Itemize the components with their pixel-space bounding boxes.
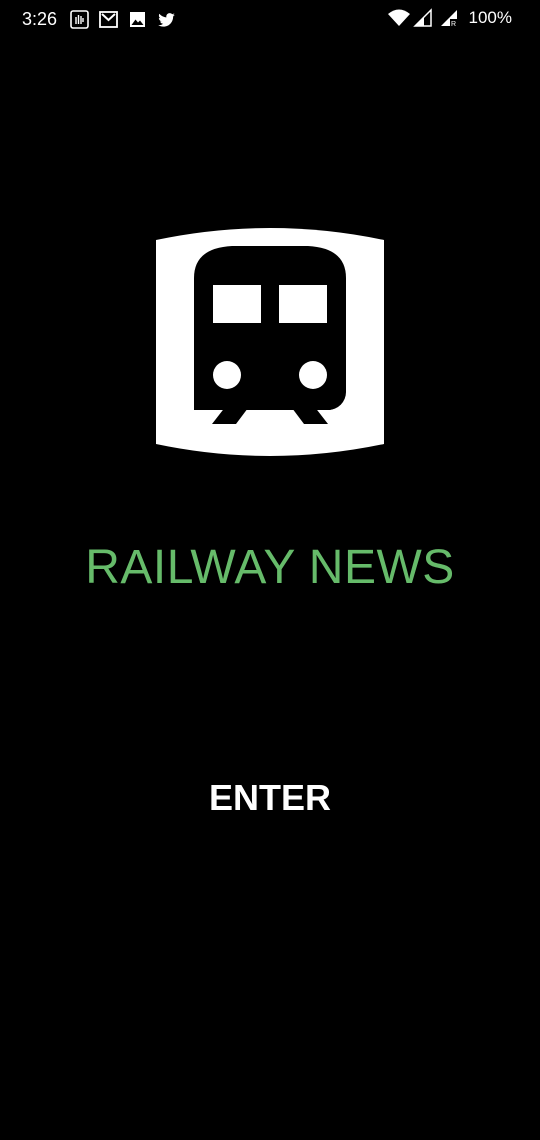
signal-roaming-icon: R [439,8,461,28]
gmail-icon [99,10,118,29]
hand-wave-icon [70,10,89,29]
signal-icon [412,8,435,28]
status-time: 3:26 [22,9,58,29]
svg-text:R: R [451,21,456,28]
enter-button[interactable]: ENTER [170,768,370,828]
battery-percent: 100% [468,8,512,27]
system-icons: R 100% [387,8,512,28]
wifi-icon [387,8,410,28]
train-icon [156,228,384,456]
app-title: RAILWAY NEWS [85,541,455,594]
twitter-icon [157,10,176,29]
image-icon [128,10,147,29]
status-bar: 3:26 R 100% [0,0,540,40]
notification-icons [70,10,176,29]
